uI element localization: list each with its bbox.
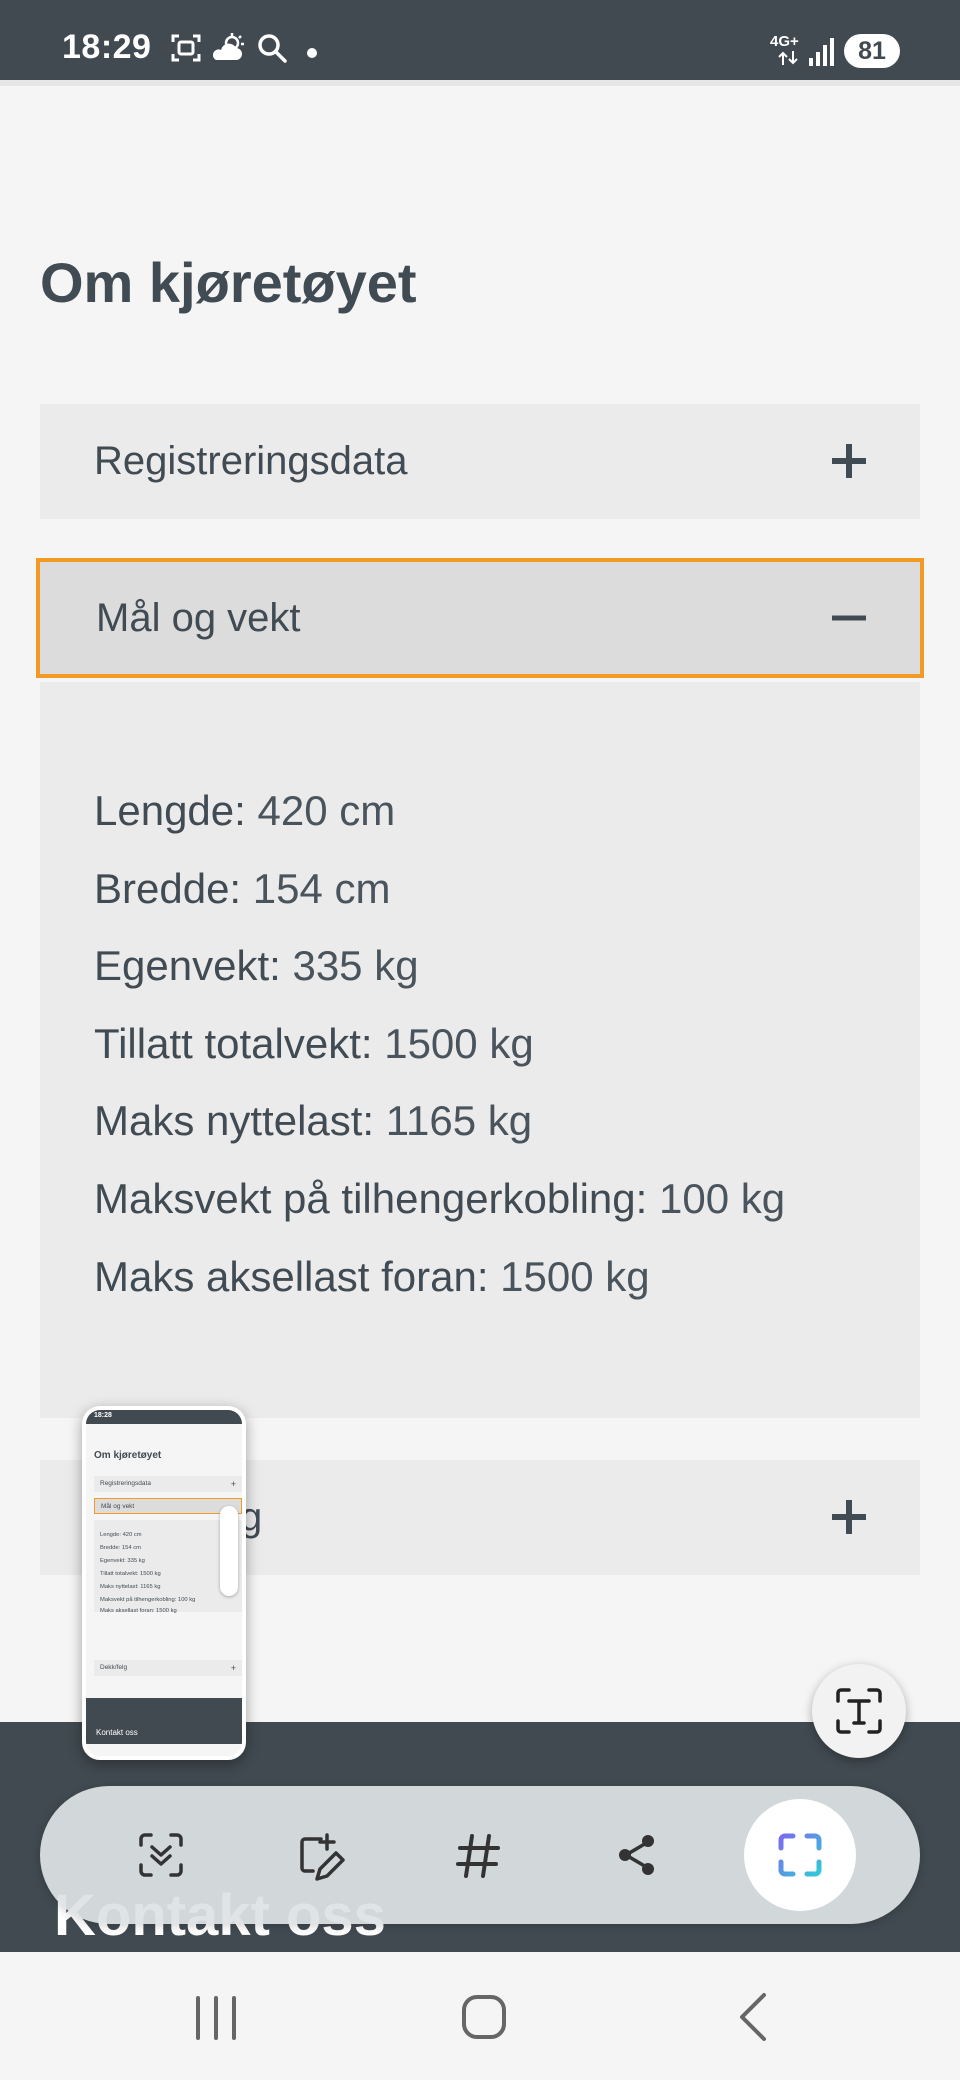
search-icon xyxy=(256,32,288,69)
text-recognition-icon xyxy=(835,1687,883,1740)
spec-label: Bredde: xyxy=(94,864,242,912)
home-button[interactable] xyxy=(444,1982,524,2052)
spec-row-lengde: Lengde: 420 cm xyxy=(94,772,785,850)
spec-label: Maks nyttelast: xyxy=(94,1097,375,1145)
spec-row-egenvekt: Egenvekt: 335 kg xyxy=(94,927,785,1005)
screenshot-toolbar xyxy=(40,1786,920,1924)
back-button[interactable] xyxy=(714,1982,794,2052)
thumbnail-footer-title: Kontakt oss xyxy=(96,1728,138,1737)
accordion-body-mal-og-vekt: Lengde: 420 cm Bredde: 154 cm Egenvekt: … xyxy=(40,682,920,1418)
screenshot-thumbnail[interactable]: 18:28 Om kjøretøyet Registreringsdata + M… xyxy=(82,1406,246,1760)
thumbnail-spec: Lengde: 420 cm xyxy=(100,1532,142,1538)
spec-label: Maks aksellast foran: xyxy=(94,1252,489,1300)
thumbnail-spec: Tillatt totalvekt: 1500 kg xyxy=(100,1571,161,1577)
accordion-label: Mål og vekt xyxy=(96,596,301,640)
spec-list: Lengde: 420 cm Bredde: 154 cm Egenvekt: … xyxy=(94,772,785,1315)
accordion-mal-og-vekt[interactable]: Mål og vekt xyxy=(36,558,924,678)
status-bar: 18:29 4G+ 81 xyxy=(0,0,960,80)
thumbnail-accordion: Dekk/felg + xyxy=(94,1660,242,1676)
spec-value: 154 cm xyxy=(252,864,391,912)
extract-text-button[interactable] xyxy=(812,1664,906,1758)
thumbnail-nav-bar xyxy=(86,1744,242,1756)
spec-value: 335 kg xyxy=(292,942,419,990)
battery-indicator: 81 xyxy=(844,34,900,68)
thumbnail-spec: Maksvekt på tilhengerkobling: 100 kg xyxy=(100,1597,196,1603)
spec-value: 1500 kg xyxy=(500,1252,650,1300)
thumbnail-time: 18:28 xyxy=(94,1412,112,1419)
weather-cloud-sun-icon xyxy=(210,32,246,69)
home-icon xyxy=(444,1995,524,2056)
notification-dot-icon xyxy=(306,46,318,64)
accordion-registreringsdata[interactable]: Registreringsdata xyxy=(40,404,920,519)
accordion-label: Registreringsdata xyxy=(94,439,408,483)
spec-value: 1165 kg xyxy=(385,1097,533,1145)
spec-row-tillatt-totalvekt: Tillatt totalvekt: 1500 kg xyxy=(94,1005,785,1083)
scroll-capture-button[interactable] xyxy=(116,1810,206,1900)
spec-value: 100 kg xyxy=(658,1174,786,1222)
plus-icon xyxy=(830,1498,868,1536)
section-title: Om kjøretøyet xyxy=(40,251,417,314)
navigation-bar xyxy=(0,1952,960,2080)
crop-button[interactable] xyxy=(744,1799,856,1911)
thumbnail-spec: Bredde: 154 cm xyxy=(100,1545,141,1551)
thumbnail-spec: Egenvekt: 335 kg xyxy=(100,1558,145,1564)
thumbnail-accordion-label: Registreringsdata xyxy=(100,1480,151,1487)
spec-row-maksvekt-tilhengerkobling: Maksvekt på tilhengerkobling: 100 kg xyxy=(94,1160,785,1238)
status-time: 18:29 xyxy=(62,28,152,66)
spec-label: Lengde: xyxy=(94,787,246,834)
data-arrows-icon xyxy=(776,50,800,71)
back-icon xyxy=(714,1993,794,2056)
spec-row-maks-nyttelast: Maks nyttelast: 1165 kg xyxy=(94,1082,785,1160)
spec-label: Maksvekt på tilhengerkobling: xyxy=(94,1174,648,1222)
recents-button[interactable] xyxy=(176,1982,256,2052)
thumbnail-accordion: Registreringsdata + xyxy=(94,1476,242,1492)
thumbnail-accordion-label: Mål og vekt xyxy=(101,1503,135,1510)
spec-value: 420 cm xyxy=(257,787,396,834)
signal-strength-icon xyxy=(808,36,836,71)
spec-label: Egenvekt: xyxy=(94,942,281,990)
share-button[interactable] xyxy=(592,1810,682,1900)
thumbnail-spec: Maks nyttelast: 1165 kg xyxy=(100,1584,161,1590)
edit-button[interactable] xyxy=(274,1810,364,1900)
minus-icon xyxy=(830,599,868,637)
plus-icon: + xyxy=(230,1663,236,1673)
recents-icon xyxy=(176,1996,256,2056)
spec-value: 1500 kg xyxy=(384,1019,534,1067)
thumbnail-footer: Kontakt oss xyxy=(86,1698,242,1744)
spec-row-maks-aksellast-foran: Maks aksellast foran: 1500 kg xyxy=(94,1238,785,1316)
thumbnail-scroll-handle xyxy=(220,1506,238,1596)
network-type-label: 4G+ xyxy=(770,33,799,50)
plus-icon: + xyxy=(230,1479,236,1489)
status-divider xyxy=(0,80,960,86)
tag-button[interactable] xyxy=(432,1810,522,1900)
thumbnail-spec: Maks aksellast foran: 1500 kg xyxy=(100,1608,177,1614)
spec-row-bredde: Bredde: 154 cm xyxy=(94,850,785,928)
plus-icon xyxy=(830,442,868,480)
spec-label: Tillatt totalvekt: xyxy=(94,1019,373,1067)
thumbnail-status-bar: 18:28 xyxy=(86,1410,242,1424)
thumbnail-accordion-label: Dekk/felg xyxy=(100,1664,128,1671)
thumbnail-title: Om kjøretøyet xyxy=(94,1450,162,1461)
screen-capture-icon xyxy=(170,32,202,69)
